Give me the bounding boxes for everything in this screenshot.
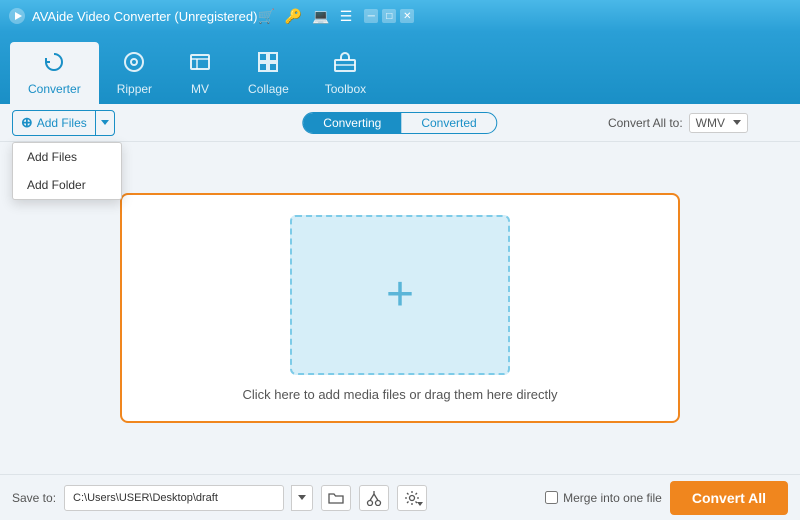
cut-icon-button[interactable] <box>359 485 389 511</box>
title-bar: AVAide Video Converter (Unregistered) 🛒 … <box>0 0 800 32</box>
nav-item-ripper[interactable]: Ripper <box>99 42 170 104</box>
save-path-arrow-icon <box>298 495 306 500</box>
dropdown-item-add-files[interactable]: Add Files <box>13 143 121 171</box>
nav-ripper-label: Ripper <box>117 82 152 96</box>
add-files-label: Add Files <box>37 116 87 130</box>
settings-icon-button[interactable] <box>397 485 427 511</box>
nav-toolbox-label: Toolbox <box>325 82 366 96</box>
drop-zone-text: Click here to add media files or drag th… <box>242 387 557 402</box>
app-title: AVAide Video Converter (Unregistered) <box>32 9 257 24</box>
convert-all-label-text: Convert All to: <box>608 116 683 130</box>
window-controls: ─ □ ✕ <box>364 9 414 23</box>
title-icons: 🛒 🔑 💻 ☰ <box>257 8 352 25</box>
save-path-value: C:\Users\USER\Desktop\draft <box>73 492 218 504</box>
minimize-button[interactable]: ─ <box>364 9 378 23</box>
format-value: WMV <box>696 116 725 130</box>
dropdown-item-add-folder[interactable]: Add Folder <box>13 171 121 199</box>
toolbar: ⊕ Add Files Add Files Add Folder Convert… <box>0 104 800 142</box>
maximize-button[interactable]: □ <box>382 9 396 23</box>
app-logo <box>8 7 26 25</box>
drop-plus-icon: + <box>386 271 414 319</box>
convert-all-section: Convert All to: WMV <box>608 113 748 133</box>
add-files-dropdown-menu: Add Files Add Folder <box>12 142 122 200</box>
tab-switcher: Converting Converted <box>302 112 497 134</box>
drop-zone-wrapper: + Click here to add media files or drag … <box>242 215 557 402</box>
nav-collage-label: Collage <box>248 82 289 96</box>
nav-item-mv[interactable]: MV <box>170 42 230 104</box>
save-path-dropdown[interactable] <box>291 485 313 511</box>
add-files-button[interactable]: ⊕ Add Files <box>12 110 115 136</box>
tab-converting[interactable]: Converting <box>303 113 401 133</box>
monitor-icon[interactable]: 💻 <box>312 8 329 25</box>
drop-zone-outer[interactable]: + Click here to add media files or drag … <box>120 193 680 423</box>
plus-icon: ⊕ <box>21 114 33 131</box>
save-path-box[interactable]: C:\Users\USER\Desktop\draft <box>64 485 284 511</box>
merge-checkbox-group: Merge into one file <box>545 491 662 505</box>
save-to-label: Save to: <box>12 491 56 505</box>
format-dropdown-arrow <box>733 120 741 125</box>
convert-all-button[interactable]: Convert All <box>670 481 788 515</box>
menu-icon[interactable]: ☰ <box>340 8 353 25</box>
nav-item-toolbox[interactable]: Toolbox <box>307 42 384 104</box>
close-button[interactable]: ✕ <box>400 9 414 23</box>
add-files-main[interactable]: ⊕ Add Files <box>13 111 95 135</box>
folder-open-button[interactable] <box>321 485 351 511</box>
collage-icon <box>256 50 280 78</box>
merge-checkbox[interactable] <box>545 491 558 504</box>
settings-arrow <box>417 502 423 506</box>
converter-icon <box>42 50 66 78</box>
format-dropdown[interactable]: WMV <box>689 113 748 133</box>
nav-mv-label: MV <box>191 82 209 96</box>
bottom-bar: Save to: C:\Users\USER\Desktop\draft Mer… <box>0 474 800 520</box>
cart-icon[interactable]: 🛒 <box>257 8 274 25</box>
nav-item-collage[interactable]: Collage <box>230 42 307 104</box>
nav-converter-label: Converter <box>28 82 81 96</box>
nav-item-converter[interactable]: Converter <box>10 42 99 104</box>
nav-bar: Converter Ripper MV <box>0 32 800 104</box>
add-files-dropdown-arrow[interactable] <box>95 111 114 135</box>
merge-label: Merge into one file <box>563 491 662 505</box>
tab-converted[interactable]: Converted <box>401 113 496 133</box>
ripper-icon <box>122 50 146 78</box>
key-icon[interactable]: 🔑 <box>285 8 302 25</box>
mv-icon <box>188 50 212 78</box>
drop-zone-inner[interactable]: + <box>290 215 510 375</box>
toolbox-icon <box>333 50 357 78</box>
